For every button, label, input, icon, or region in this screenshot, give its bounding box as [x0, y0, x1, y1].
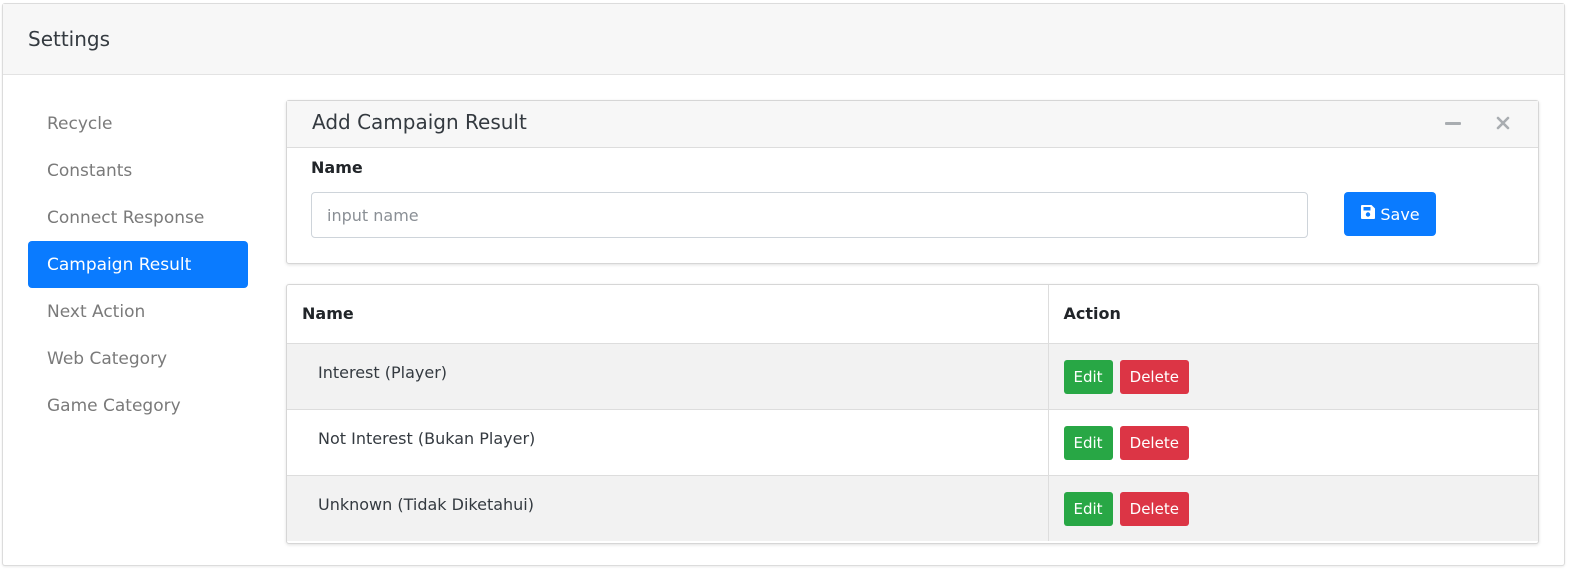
sidebar-item-connect-response[interactable]: Connect Response	[28, 194, 248, 241]
row-action-cell: Edit Delete	[1048, 475, 1538, 541]
delete-button[interactable]: Delete	[1119, 359, 1189, 394]
campaign-result-table: Name Action Interest (Player) Edit Delet…	[287, 285, 1538, 541]
name-input[interactable]	[311, 192, 1308, 238]
form-card-title: Add Campaign Result	[312, 110, 527, 134]
table-row: Not Interest (Bukan Player) Edit Delete	[287, 409, 1538, 476]
settings-header: Settings	[3, 4, 1564, 75]
table-row: Unknown (Tidak Diketahui) Edit Delete	[287, 475, 1538, 541]
sidebar-item-web-category[interactable]: Web Category	[28, 335, 248, 382]
name-label: Name	[311, 158, 363, 177]
edit-button[interactable]: Edit	[1063, 425, 1113, 460]
row-name-cell: Not Interest (Bukan Player)	[287, 409, 1049, 476]
sidebar-item-constants[interactable]: Constants	[28, 147, 248, 194]
campaign-result-table-card: Name Action Interest (Player) Edit Delet…	[286, 284, 1539, 544]
minus-icon[interactable]	[1441, 111, 1465, 135]
close-icon[interactable]	[1491, 111, 1515, 135]
row-action-cell: Edit Delete	[1048, 343, 1538, 410]
save-button-label: Save	[1380, 204, 1420, 224]
sidebar-item-recycle[interactable]: Recycle	[28, 100, 248, 147]
row-action-cell: Edit Delete	[1048, 409, 1538, 476]
column-header-name: Name	[287, 285, 1049, 344]
row-name-cell: Unknown (Tidak Diketahui)	[287, 475, 1049, 541]
table-header-row: Name Action	[287, 285, 1538, 344]
column-header-action: Action	[1048, 285, 1538, 344]
form-card-header: Add Campaign Result	[287, 101, 1538, 148]
add-campaign-result-card: Add Campaign Result Name Save	[286, 100, 1539, 264]
settings-card: Settings Recycle Constants Connect Respo…	[2, 3, 1565, 566]
settings-sidebar: Recycle Constants Connect Response Campa…	[28, 100, 248, 429]
row-name-cell: Interest (Player)	[287, 343, 1049, 410]
page-title: Settings	[28, 27, 111, 51]
edit-button[interactable]: Edit	[1063, 359, 1113, 394]
table-row: Interest (Player) Edit Delete	[287, 343, 1538, 410]
edit-button[interactable]: Edit	[1063, 491, 1113, 526]
delete-button[interactable]: Delete	[1119, 491, 1189, 526]
save-button[interactable]: Save	[1344, 192, 1436, 236]
save-icon	[1360, 204, 1376, 224]
delete-button[interactable]: Delete	[1119, 425, 1189, 460]
sidebar-item-next-action[interactable]: Next Action	[28, 288, 248, 335]
sidebar-item-game-category[interactable]: Game Category	[28, 382, 248, 429]
sidebar-item-campaign-result[interactable]: Campaign Result	[28, 241, 248, 288]
